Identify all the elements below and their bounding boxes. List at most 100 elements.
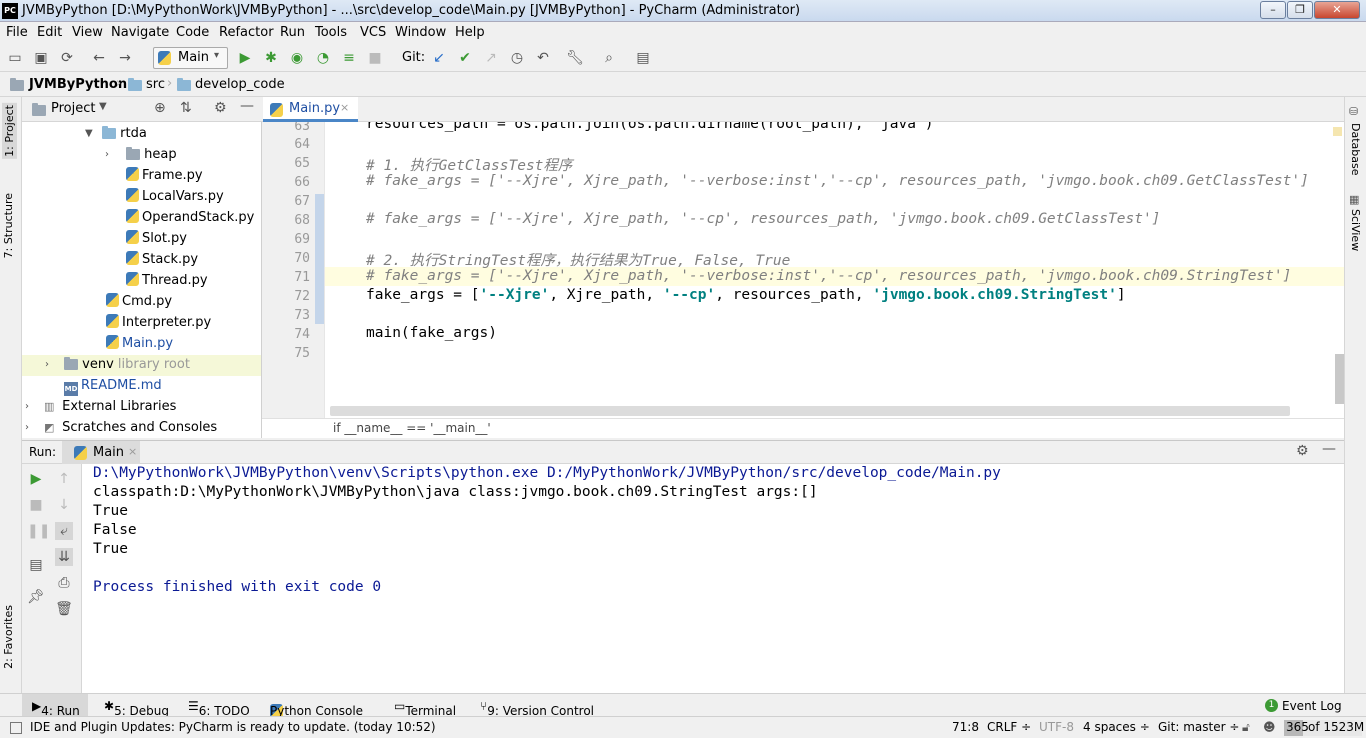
toolwin-terminal[interactable]: ▭ Terminal — [394, 699, 456, 718]
tree-file-slot[interactable]: Slot.py — [126, 228, 187, 249]
close-tab-icon[interactable]: × — [128, 445, 137, 458]
toolwin-todo[interactable]: ☰ 6: TODO — [188, 699, 250, 718]
pause-icon[interactable]: ❚❚ — [27, 522, 50, 540]
menu-navigate[interactable]: Navigate — [111, 25, 169, 40]
menu-tools[interactable]: Tools — [315, 25, 347, 40]
menu-vcs[interactable]: VCS — [360, 25, 386, 40]
run-concurrency-icon[interactable]: ≡ — [340, 49, 358, 67]
tab-structure[interactable]: 7: Structure — [2, 193, 15, 258]
revert-icon[interactable]: ↶ — [534, 49, 552, 67]
hide-panel-icon[interactable]: — — [240, 98, 254, 114]
tree-file-thread[interactable]: Thread.py — [126, 270, 208, 291]
close-tab-icon[interactable]: × — [340, 101, 349, 114]
tree-file-interpreter[interactable]: Interpreter.py — [106, 312, 211, 333]
up-arrow-icon[interactable]: ↑ — [55, 470, 73, 488]
hide-panel-icon[interactable]: — — [1322, 441, 1336, 457]
tab-sciview[interactable]: SciView — [1349, 209, 1362, 251]
menu-edit[interactable]: Edit — [37, 25, 62, 40]
menu-run[interactable]: Run — [280, 25, 305, 40]
toolwin-debug[interactable]: ✱ 5: Debug — [104, 699, 169, 718]
gear-icon[interactable]: ⚙ — [1296, 443, 1309, 459]
chevron-right-icon[interactable]: › — [25, 422, 29, 433]
layout-icon[interactable]: ▤ — [27, 556, 45, 574]
run-tab-main[interactable]: Main × — [62, 441, 140, 464]
breadcrumb-project[interactable]: JVMByPython — [29, 77, 127, 92]
file-encoding[interactable]: UTF-8 — [1039, 720, 1074, 734]
settings-wrench-icon[interactable]: 🔧︎ — [566, 49, 584, 67]
back-icon[interactable]: ← — [90, 49, 108, 67]
tree-file-main[interactable]: Main.py — [106, 333, 173, 354]
memory-indicator[interactable]: 365 of 1523M — [1284, 720, 1364, 736]
minimize-button[interactable]: – — [1260, 1, 1286, 19]
inspector-icon[interactable]: ☻ — [1263, 720, 1276, 734]
open-folder-icon[interactable]: ▭ — [6, 49, 24, 67]
trash-icon[interactable]: 🗑︎ — [55, 600, 73, 618]
toolwin-run[interactable]: ▶ 4: Run — [32, 699, 80, 718]
chevron-right-icon[interactable]: › — [105, 149, 109, 160]
rerun-icon[interactable]: ▶ — [27, 470, 45, 488]
chevron-right-icon[interactable]: › — [25, 401, 29, 412]
tree-external-libraries[interactable]: ▥ External Libraries — [44, 396, 176, 417]
tab-database[interactable]: Database — [1349, 123, 1362, 176]
tab-favorites[interactable]: 2: Favorites — [2, 605, 15, 669]
code-breadcrumb[interactable]: if __name__ == '__main__' — [333, 421, 491, 435]
tree-folder-rtda[interactable]: rtda — [102, 123, 147, 144]
run-console-output[interactable]: D:\MyPythonWork\JVMByPython\venv\Scripts… — [82, 464, 1344, 693]
chevron-down-icon[interactable]: ▼ — [99, 101, 107, 112]
search-icon[interactable]: ⌕ — [600, 49, 618, 67]
forward-icon[interactable]: → — [116, 49, 134, 67]
chevron-down-icon[interactable]: ▼ — [85, 128, 93, 139]
tree-file-frame[interactable]: Frame.py — [126, 165, 203, 186]
tree-file-localvars[interactable]: LocalVars.py — [126, 186, 224, 207]
maximize-button[interactable]: ❐ — [1287, 1, 1313, 19]
tree-file-stack[interactable]: Stack.py — [126, 249, 198, 270]
run-icon[interactable]: ▶ — [236, 49, 254, 67]
close-window-button[interactable]: ✕ — [1314, 1, 1360, 19]
status-message[interactable]: IDE and Plugin Updates: PyCharm is ready… — [30, 720, 436, 734]
vcs-commit-icon[interactable]: ✔ — [456, 49, 474, 67]
update-notification-icon[interactable] — [10, 722, 22, 734]
menu-file[interactable]: File — [6, 25, 28, 40]
stop-icon[interactable]: ■ — [27, 496, 45, 514]
tree-file-readme[interactable]: MD README.md — [64, 375, 162, 396]
menu-view[interactable]: View — [72, 25, 103, 40]
debug-icon[interactable]: ✱ — [262, 49, 280, 67]
scroll-to-end-icon[interactable]: ⇊ — [55, 548, 73, 566]
tree-file-cmd[interactable]: Cmd.py — [106, 291, 172, 312]
toolwin-version-control[interactable]: ⑂ 9: Version Control — [480, 699, 594, 718]
menu-window[interactable]: Window — [395, 25, 446, 40]
toolwin-event-log[interactable]: Event Log — [1282, 699, 1342, 713]
tree-file-operandstack[interactable]: OperandStack.py — [126, 207, 254, 228]
menu-refactor[interactable]: Refactor — [219, 25, 274, 40]
pin-icon[interactable]: 📌︎ — [27, 588, 45, 606]
horizontal-scrollbar[interactable] — [330, 406, 1290, 416]
run-configuration-select[interactable]: Main ▾ — [153, 47, 228, 69]
indent-setting[interactable]: 4 spaces ÷ — [1083, 720, 1150, 734]
tab-project[interactable]: 1: Project — [2, 103, 17, 159]
tree-folder-venv[interactable]: venv library root — [64, 354, 190, 375]
stop-icon[interactable]: ■ — [366, 49, 384, 67]
save-icon[interactable]: ▣ — [32, 49, 50, 67]
collapse-all-icon[interactable]: ⇅ — [180, 100, 192, 116]
locate-icon[interactable]: ⊕ — [154, 100, 166, 116]
project-panel-title[interactable]: Project — [51, 101, 95, 116]
breadcrumb-src[interactable]: src — [146, 77, 165, 92]
vcs-update-icon[interactable]: ↙ — [430, 49, 448, 67]
vertical-scrollbar[interactable] — [1335, 354, 1344, 404]
soft-wrap-icon[interactable]: ⤶ — [55, 522, 73, 540]
code-editor[interactable]: 63 resources_path = os.path.join(os.path… — [262, 122, 1344, 418]
vcs-branch[interactable]: Git: master ÷ — [1158, 720, 1239, 734]
profile-icon[interactable]: ◔ — [314, 49, 332, 67]
tree-scratches[interactable]: ◩ Scratches and Consoles — [44, 417, 217, 438]
caret-position[interactable]: 71:8 — [952, 720, 979, 734]
tree-folder-heap[interactable]: heap — [126, 144, 177, 165]
chevron-right-icon[interactable]: › — [45, 359, 49, 370]
breadcrumb-develop-code[interactable]: develop_code — [195, 77, 285, 92]
menu-code[interactable]: Code — [176, 25, 209, 40]
history-icon[interactable]: ◷ — [508, 49, 526, 67]
coverage-icon[interactable]: ◉ — [288, 49, 306, 67]
presentation-icon[interactable]: ▤ — [634, 49, 652, 67]
menu-help[interactable]: Help — [455, 25, 485, 40]
down-arrow-icon[interactable]: ↓ — [55, 496, 73, 514]
tab-main-py[interactable]: Main.py × — [263, 97, 358, 122]
